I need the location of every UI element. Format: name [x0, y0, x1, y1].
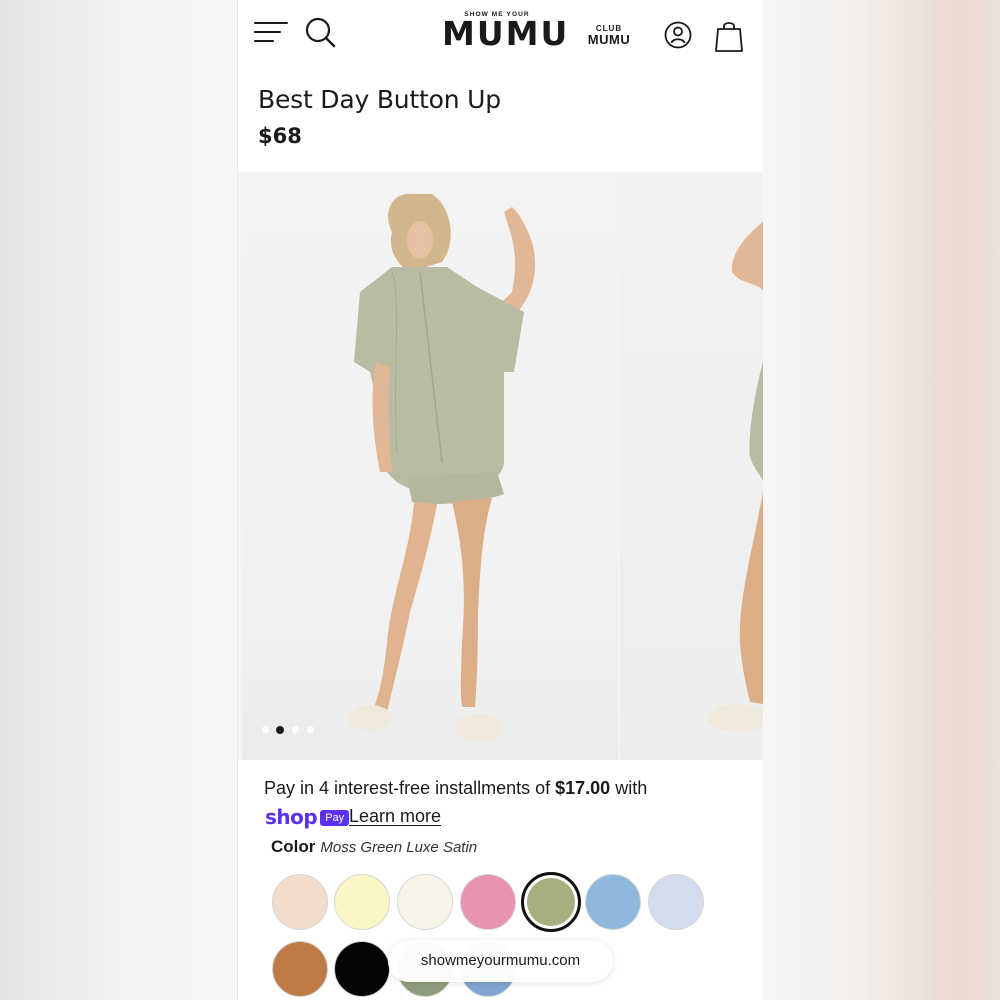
browser-url-bar[interactable]: showmeyourmumu.com	[388, 940, 613, 982]
learn-more-link[interactable]: Learn more	[349, 806, 441, 827]
product-image-next[interactable]	[620, 172, 763, 760]
swatch-lavender[interactable]	[648, 874, 704, 930]
search-icon[interactable]	[304, 16, 338, 50]
shop-pay-word: shop	[265, 805, 318, 829]
selected-color-name: Moss Green Luxe Satin	[320, 839, 478, 856]
bag-icon[interactable]	[715, 19, 743, 53]
product-price: $68	[258, 124, 302, 148]
color-selection-label: Color Moss Green Luxe Satin	[271, 837, 477, 857]
site-header: SHOW ME YOUR MUMU CLUB MUMU	[238, 0, 763, 72]
swatch-copper[interactable]	[272, 941, 328, 997]
phone-screen: SHOW ME YOUR MUMU CLUB MUMU Best Day But…	[238, 0, 763, 1000]
swatch-butter[interactable]	[334, 874, 390, 930]
swatch-moss-green[interactable]	[521, 872, 581, 932]
logo-wordmark: MUMU	[442, 14, 570, 53]
swatch-black[interactable]	[334, 941, 390, 997]
product-title: Best Day Button Up	[258, 85, 501, 114]
installments-prefix: Pay in 4 interest-free installments of	[264, 778, 556, 798]
gallery-dot[interactable]	[262, 726, 269, 733]
account-icon[interactable]	[664, 21, 692, 49]
site-logo[interactable]: SHOW ME YOUR MUMU	[442, 11, 570, 53]
installments-suffix: with	[610, 778, 648, 798]
swatch-blush[interactable]	[272, 874, 328, 930]
swatch-sky-blue[interactable]	[585, 874, 641, 930]
color-label: Color	[271, 837, 316, 856]
installments-text: Pay in 4 interest-free installments of $…	[264, 778, 647, 799]
product-image-gallery[interactable]	[238, 172, 763, 760]
swatch-pink[interactable]	[460, 874, 516, 930]
swatch-ivory[interactable]	[397, 874, 453, 930]
shop-pay-logo: shop Pay	[265, 805, 350, 829]
club-label-bottom: MUMU	[587, 32, 631, 47]
gallery-dot[interactable]	[292, 726, 299, 733]
club-mumu-link[interactable]: CLUB MUMU	[586, 24, 632, 46]
gallery-dot[interactable]	[307, 726, 314, 733]
gallery-dot-active[interactable]	[276, 725, 284, 734]
product-image-main[interactable]	[242, 172, 618, 760]
installment-amount: $17.00	[555, 778, 611, 798]
menu-icon[interactable]	[254, 20, 290, 46]
shop-pay-badge: Pay	[320, 810, 350, 826]
